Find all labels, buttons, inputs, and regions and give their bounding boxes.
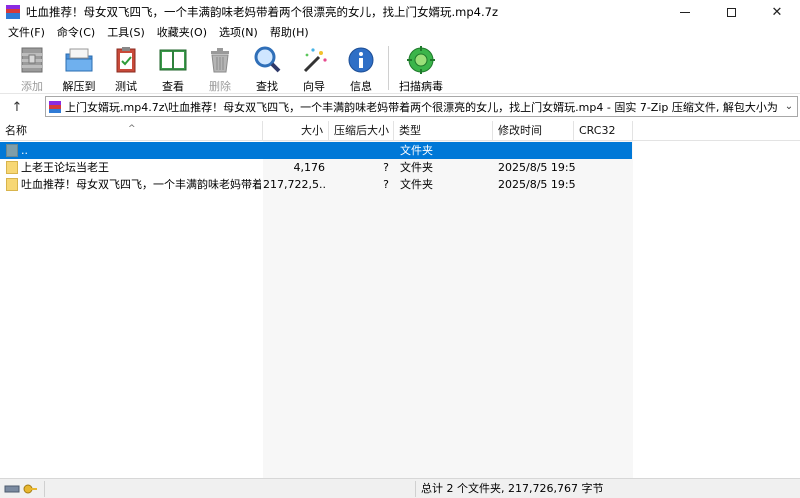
archive-add-icon bbox=[17, 45, 47, 75]
clipboard-check-icon bbox=[111, 45, 141, 75]
test-button[interactable]: 测试 bbox=[104, 42, 148, 94]
minimize-button[interactable] bbox=[662, 0, 708, 24]
chevron-down-icon[interactable]: ⌄ bbox=[781, 97, 797, 116]
row-type: 文件夹 bbox=[400, 178, 433, 191]
menu-commands[interactable]: 命令(C) bbox=[51, 24, 101, 42]
close-button[interactable]: ✕ bbox=[754, 0, 800, 24]
row-name: 上老王论坛当老王 bbox=[21, 161, 109, 174]
row-packed: ? bbox=[383, 161, 389, 174]
list-item-parent[interactable]: .. 文件夹 bbox=[0, 142, 632, 159]
magic-wand-icon bbox=[299, 45, 329, 75]
column-header-name[interactable]: 名称 ^ bbox=[0, 121, 263, 141]
view-button[interactable]: 查看 bbox=[151, 42, 195, 94]
scan-virus-button[interactable]: 扫描病毒 bbox=[395, 42, 447, 94]
menu-favorites[interactable]: 收藏夹(O) bbox=[151, 24, 213, 42]
winrar-app-icon bbox=[6, 5, 20, 19]
list-header: 名称 ^ 大小 压缩后大小 类型 修改时间 CRC32 bbox=[0, 121, 800, 141]
delete-label: 删除 bbox=[209, 80, 231, 93]
row-type: 文件夹 bbox=[400, 161, 433, 174]
folder-icon bbox=[6, 161, 18, 174]
wizard-button[interactable]: 向导 bbox=[292, 42, 336, 94]
path-text: 上门女婿玩.mp4.7z\吐血推荐！母女双飞四飞，一个丰满韵味老妈带着两个很漂亮… bbox=[65, 100, 781, 114]
row-type: 文件夹 bbox=[400, 144, 433, 157]
row-modified: 2025/8/5 19:53 bbox=[498, 161, 576, 174]
view-label: 查看 bbox=[162, 80, 184, 93]
list-item[interactable]: 上老王论坛当老王 4,176 ? 文件夹 2025/8/5 19:53 bbox=[0, 159, 632, 176]
add-label: 添加 bbox=[21, 80, 43, 93]
archive-icon bbox=[49, 100, 61, 113]
row-packed: ? bbox=[383, 178, 389, 191]
magnifier-icon bbox=[252, 45, 282, 75]
status-divider bbox=[44, 481, 45, 497]
title-bar: 吐血推荐！母女双飞四飞，一个丰满韵味老妈带着两个很漂亮的女儿，找上门女婿玩.mp… bbox=[0, 0, 800, 24]
book-view-icon bbox=[158, 45, 188, 75]
add-button[interactable]: 添加 bbox=[10, 42, 54, 94]
address-bar: ↑ 上门女婿玩.mp4.7z\吐血推荐！母女双飞四飞，一个丰满韵味老妈带着两个很… bbox=[0, 95, 800, 119]
window-title: 吐血推荐！母女双飞四飞，一个丰满韵味老妈带着两个很漂亮的女儿，找上门女婿玩.mp… bbox=[26, 5, 498, 19]
column-header-size[interactable]: 大小 bbox=[263, 121, 329, 141]
file-list[interactable]: 名称 ^ 大小 压缩后大小 类型 修改时间 CRC32 .. 文件夹 上老王论坛… bbox=[0, 121, 800, 478]
column-name-label: 名称 bbox=[5, 124, 27, 137]
toolbar-separator bbox=[388, 46, 389, 90]
menu-help[interactable]: 帮助(H) bbox=[264, 24, 315, 42]
parent-folder-icon bbox=[6, 144, 18, 157]
row-size: 217,722,5... bbox=[263, 178, 325, 191]
trash-icon bbox=[205, 45, 235, 75]
row-size: 4,176 bbox=[293, 161, 326, 174]
folder-extract-icon bbox=[64, 45, 94, 75]
virus-scan-icon bbox=[406, 45, 436, 75]
find-label: 查找 bbox=[256, 80, 278, 93]
path-combobox[interactable]: 上门女婿玩.mp4.7z\吐血推荐！母女双飞四飞，一个丰满韵味老妈带着两个很漂亮… bbox=[45, 96, 798, 117]
sort-ascending-icon: ^ bbox=[128, 124, 136, 134]
menu-bar: 文件(F) 命令(C) 工具(S) 收藏夹(O) 选项(N) 帮助(H) bbox=[0, 24, 800, 42]
menu-tools[interactable]: 工具(S) bbox=[101, 24, 151, 42]
column-header-packed[interactable]: 压缩后大小 bbox=[329, 121, 394, 141]
status-divider bbox=[415, 481, 416, 497]
info-icon bbox=[346, 45, 376, 75]
delete-button[interactable]: 删除 bbox=[198, 42, 242, 94]
row-name: .. bbox=[21, 144, 28, 157]
wizard-label: 向导 bbox=[303, 80, 325, 93]
status-summary: 总计 2 个文件夹, 217,726,767 字节 bbox=[421, 482, 604, 495]
maximize-button[interactable] bbox=[708, 0, 754, 24]
scan-virus-label: 扫描病毒 bbox=[399, 80, 443, 93]
up-folder-button[interactable]: ↑ bbox=[0, 96, 34, 118]
folder-icon bbox=[6, 178, 18, 191]
test-label: 测试 bbox=[115, 80, 137, 93]
menu-options[interactable]: 选项(N) bbox=[213, 24, 264, 42]
status-bar: 总计 2 个文件夹, 217,726,767 字节 bbox=[0, 478, 800, 498]
extract-to-button[interactable]: 解压到 bbox=[57, 42, 101, 94]
column-header-type[interactable]: 类型 bbox=[394, 121, 493, 141]
toolbar: 添加 解压到 测试 查看 删除 查找 向导 信息 扫描病毒 bbox=[0, 42, 800, 94]
menu-file[interactable]: 文件(F) bbox=[2, 24, 51, 42]
info-label: 信息 bbox=[350, 80, 372, 93]
extract-to-label: 解压到 bbox=[62, 80, 96, 93]
column-header-modified[interactable]: 修改时间 bbox=[493, 121, 574, 141]
list-item[interactable]: 吐血推荐！母女双飞四飞，一个丰满韵味老妈带着两... 217,722,5... … bbox=[0, 176, 632, 193]
row-modified: 2025/8/5 19:57 bbox=[498, 178, 576, 191]
info-button[interactable]: 信息 bbox=[339, 42, 383, 94]
row-name: 吐血推荐！母女双飞四飞，一个丰满韵味老妈带着两... bbox=[21, 178, 261, 191]
column-header-crc[interactable]: CRC32 bbox=[574, 121, 633, 141]
drive-key-icon bbox=[4, 483, 38, 495]
find-button[interactable]: 查找 bbox=[245, 42, 289, 94]
